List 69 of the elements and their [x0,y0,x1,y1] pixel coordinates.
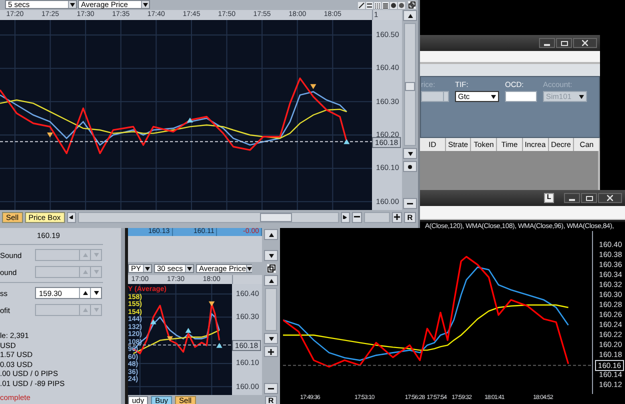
plus-icon [268,348,274,354]
minimize-button[interactable] [539,38,555,48]
dot-icon [408,164,412,168]
left-arrow-icon [68,215,74,219]
scroll-up-button[interactable] [264,275,278,286]
zoom-in-button[interactable] [392,212,402,222]
down-arrow-icon [94,253,98,257]
scroll-thumb[interactable] [405,82,415,91]
zoom-out-button[interactable] [264,383,278,394]
scroll-up-button[interactable] [403,10,417,21]
input-field[interactable] [505,91,537,102]
down-arrow-icon [94,270,98,274]
up-arrow-icon [268,232,274,236]
grid-icon[interactable] [382,2,389,9]
up-arrow-icon [82,253,88,257]
scroll-up-button[interactable] [264,229,278,240]
down-arrow-icon [94,291,98,295]
close-icon [582,40,588,46]
scroll-left-button[interactable] [66,212,76,222]
right-arrow-icon [343,215,348,219]
circle-icon[interactable] [390,2,397,9]
zoom-track[interactable] [364,212,390,222]
scroll-down-button[interactable] [264,333,278,344]
grid-icon[interactable] [374,2,381,9]
close-button[interactable] [598,193,622,203]
lines-icon[interactable] [366,2,373,9]
caret-icon [579,94,584,98]
scroll-down-button[interactable] [264,250,278,261]
minus-icon [268,388,274,390]
maximize-button[interactable] [581,193,597,203]
caret-icon [145,266,150,270]
zoom-in-button[interactable] [264,346,278,357]
up-arrow-icon [82,291,88,295]
minimize-icon [569,199,575,201]
zoom-out-button[interactable] [352,212,362,222]
caret-icon [491,94,496,98]
line-tool-icon[interactable] [358,2,365,9]
up-arrow-icon [408,14,412,18]
up-arrow-icon [82,270,88,274]
plus-icon [394,214,400,220]
maximize-icon [560,40,568,46]
zoom-out-button[interactable] [403,198,417,209]
minimize-button[interactable] [564,193,580,203]
scroll-down-button[interactable] [403,148,417,159]
down-arrow-icon [268,336,274,340]
down-arrow-icon [94,308,98,312]
maximize-button[interactable] [556,38,572,48]
window-icon[interactable] [408,1,416,9]
caret-icon [70,2,75,6]
close-icon [607,195,613,201]
up-arrow-icon [268,278,274,282]
close-button[interactable] [573,38,597,48]
scroll-right-button[interactable] [341,212,350,222]
scroll-track[interactable] [265,288,277,331]
down-arrow-icon [268,254,274,258]
caret-icon [246,266,252,270]
minus-icon [407,202,413,204]
center-button[interactable] [403,161,417,172]
down-arrow-icon [408,152,412,156]
caret-icon [187,266,192,270]
scroll-thumb[interactable] [260,212,292,222]
maximize-icon [586,196,592,200]
caret-icon [143,2,148,6]
minus-icon [354,216,360,218]
scroll-track[interactable] [404,23,416,146]
window-icon[interactable] [267,264,276,273]
up-arrow-icon [82,308,88,312]
circle-icon[interactable] [398,2,405,9]
minimize-icon [544,44,550,46]
